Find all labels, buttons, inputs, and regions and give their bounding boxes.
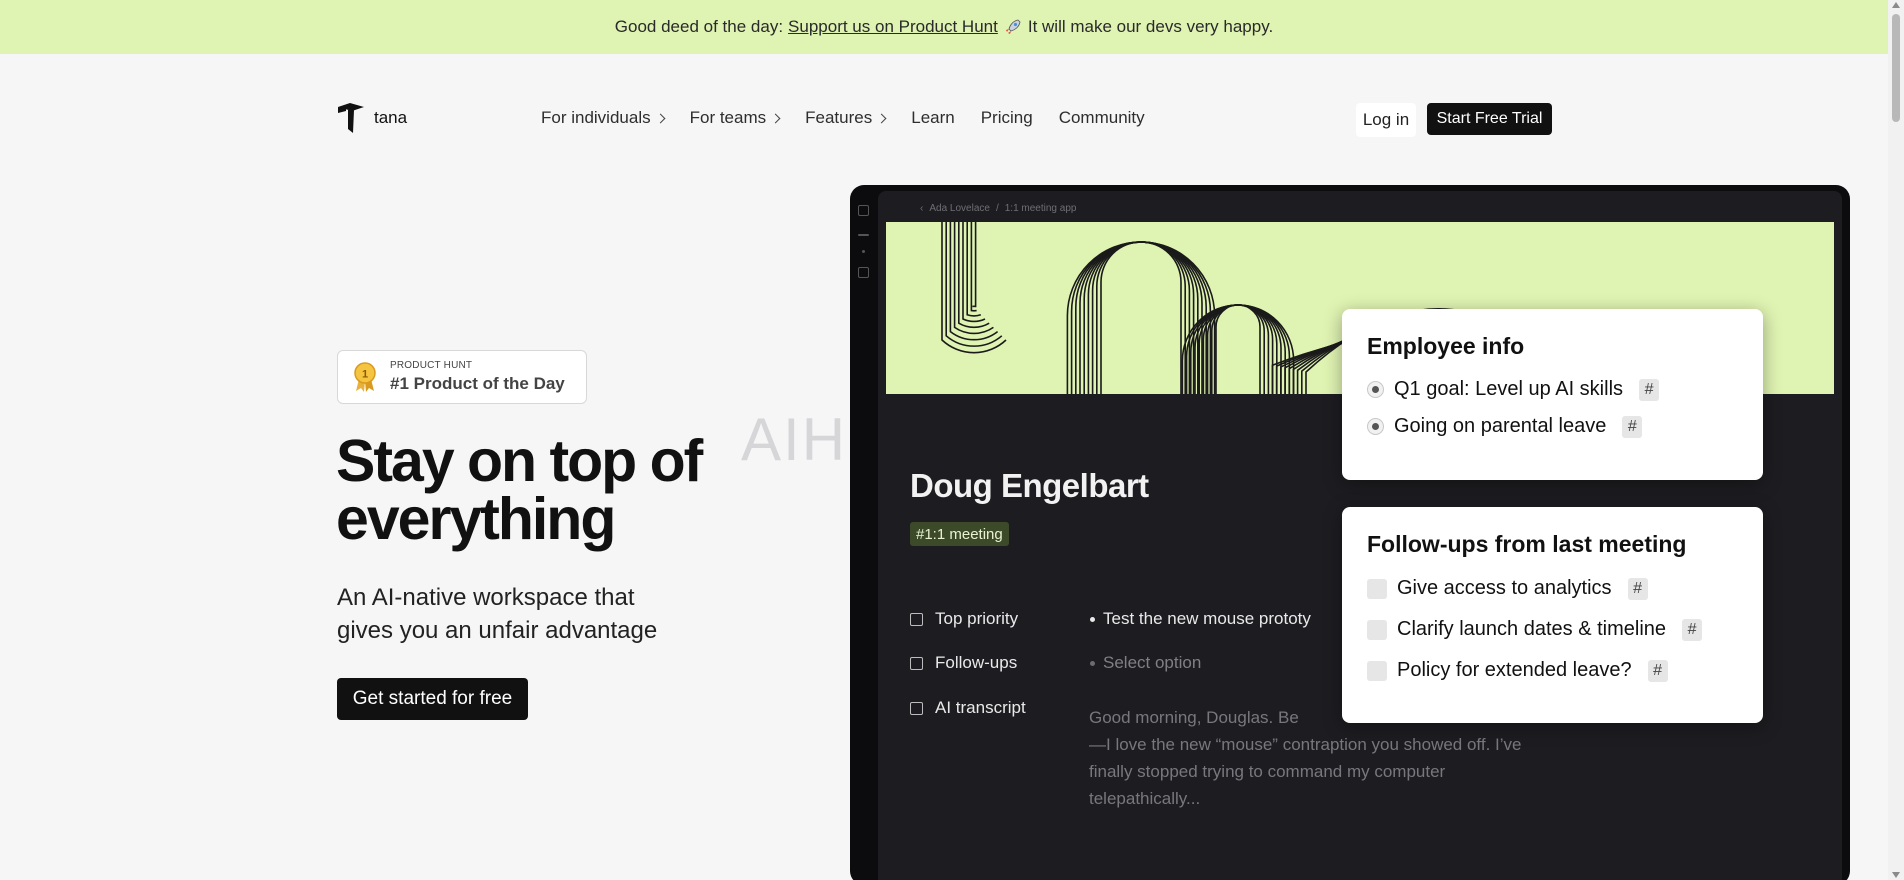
item-text: Going on parental leave [1394,415,1607,437]
scroll-thumb[interactable] [1892,14,1900,122]
badge-title: #1 Product of the Day [390,374,565,393]
rocket-icon [1004,19,1021,35]
breadcrumb-separator: / [995,203,999,214]
app-sidebar [858,205,869,278]
hash-tag-icon[interactable]: # [1647,659,1668,682]
start-free-trial-button[interactable]: Start Free Trial [1427,103,1552,135]
field-label: AI transcript [935,698,1026,717]
main-nav: For individuals For teams Features Learn… [541,108,1145,128]
card-title: Follow-ups from last meeting [1367,531,1687,557]
tana-logo-icon [338,103,364,133]
field-top-priority[interactable]: Top priority [910,609,1018,629]
item-text: Q1 goal: Level up AI skills [1394,378,1624,400]
back-arrow-icon[interactable] [858,234,869,236]
announcement-prefix: Good deed of the day: [614,17,784,36]
follow-up-item[interactable]: Clarify launch dates & timeline # [1367,618,1738,641]
tana-logo[interactable]: tana [336,101,407,135]
product-hunt-link[interactable]: Support us on Product Hunt [788,17,998,37]
field-ai-transcript[interactable]: AI transcript [910,698,1026,718]
meeting-tag[interactable]: #1:1 meeting [910,522,1009,546]
badge-text: PRODUCT HUNT #1 Product of the Day [390,360,565,394]
bullet-icon [1090,616,1095,622]
employee-item[interactable]: Q1 goal: Level up AI skills # [1367,378,1738,401]
medal-icon: 1 [354,362,376,392]
nav-for-teams[interactable]: For teams [689,108,781,128]
inbox-icon[interactable] [858,267,869,278]
chevron-right-icon [655,113,666,124]
item-text: Clarify launch dates & timeline [1397,618,1667,640]
field-icon [910,612,923,626]
radio-icon[interactable] [1367,381,1384,398]
nav-pricing[interactable]: Pricing [981,108,1033,128]
nav-features[interactable]: Features [805,108,887,128]
badge-small-label: PRODUCT HUNT [390,360,473,371]
scroll-down-arrow[interactable] [1892,872,1900,878]
field-icon [910,701,923,715]
hero-subtitle: An AI-native workspace that gives you an… [337,584,658,644]
chevron-right-icon [770,113,781,124]
chevron-right-icon [876,113,887,124]
hash-tag-icon[interactable]: # [1682,618,1703,641]
nav-label: Pricing [980,108,1033,127]
page-scrollbar[interactable] [1888,0,1904,880]
radio-icon[interactable] [1367,418,1384,435]
field-value-text: Select option [1103,653,1202,672]
person-name: Doug Engelbart [910,467,1149,504]
checkbox[interactable] [1367,578,1387,599]
follow-up-item[interactable]: Give access to analytics # [1367,577,1738,600]
field-value-follow-ups[interactable]: Select option [1090,653,1201,673]
nav-label: For teams [689,108,767,127]
field-follow-ups[interactable]: Follow-ups [910,653,1017,673]
hero-title: Stay on top of everything [336,428,703,552]
announcement-bar: Good deed of the day: Support us on Prod… [0,0,1888,54]
get-started-button[interactable]: Get started for free [337,678,528,720]
sidebar-toggle-icon[interactable] [858,205,869,216]
nav-for-individuals[interactable]: For individuals [541,108,666,128]
announcement-suffix: It will make our devs very happy. [1027,17,1274,36]
svg-text:1: 1 [362,369,368,381]
follow-up-item[interactable]: Policy for extended leave? # [1367,659,1738,682]
field-icon [910,656,923,670]
field-label: Top priority [935,609,1019,628]
employee-item[interactable]: Going on parental leave # [1367,415,1738,438]
breadcrumb-item[interactable]: Ada Lovelace [929,203,990,214]
nav-label: For individuals [541,108,651,127]
employee-info-card: Employee info Q1 goal: Level up AI skill… [1342,309,1763,480]
product-hunt-badge[interactable]: 1 PRODUCT HUNT #1 Product of the Day [337,350,587,404]
logo-text: tana [374,108,408,127]
nav-learn[interactable]: Learn [911,108,954,128]
field-value-top-priority[interactable]: Test the new mouse prototy [1090,609,1311,629]
login-button[interactable]: Log in [1356,103,1416,137]
field-label: Follow-ups [935,653,1018,672]
field-value-text: Test the new mouse prototy [1103,609,1311,628]
nav-label: Features [805,108,873,127]
hash-tag-icon[interactable]: # [1639,378,1660,401]
checkbox[interactable] [1367,619,1387,640]
nav-community[interactable]: Community [1059,108,1145,128]
watermark: AIHI [741,406,866,473]
scroll-up-arrow[interactable] [1892,2,1900,8]
follow-ups-card: Follow-ups from last meeting Give access… [1342,507,1763,723]
hash-tag-icon[interactable]: # [1627,577,1648,600]
breadcrumb-item[interactable]: 1:1 meeting app [1005,203,1077,214]
dot-icon[interactable] [862,250,865,253]
item-text: Give access to analytics [1397,577,1612,599]
hash-tag-icon[interactable]: # [1622,415,1643,438]
card-title: Employee info [1367,333,1525,359]
checkbox[interactable] [1367,660,1387,681]
bullet-icon [1090,660,1095,666]
nav-label: Learn [911,108,955,127]
breadcrumb-back-icon[interactable]: ‹ [920,203,923,214]
item-text: Policy for extended leave? [1397,659,1632,681]
breadcrumb: ‹ Ada Lovelace / 1:1 meeting app [920,203,1076,214]
nav-label: Community [1058,108,1145,127]
